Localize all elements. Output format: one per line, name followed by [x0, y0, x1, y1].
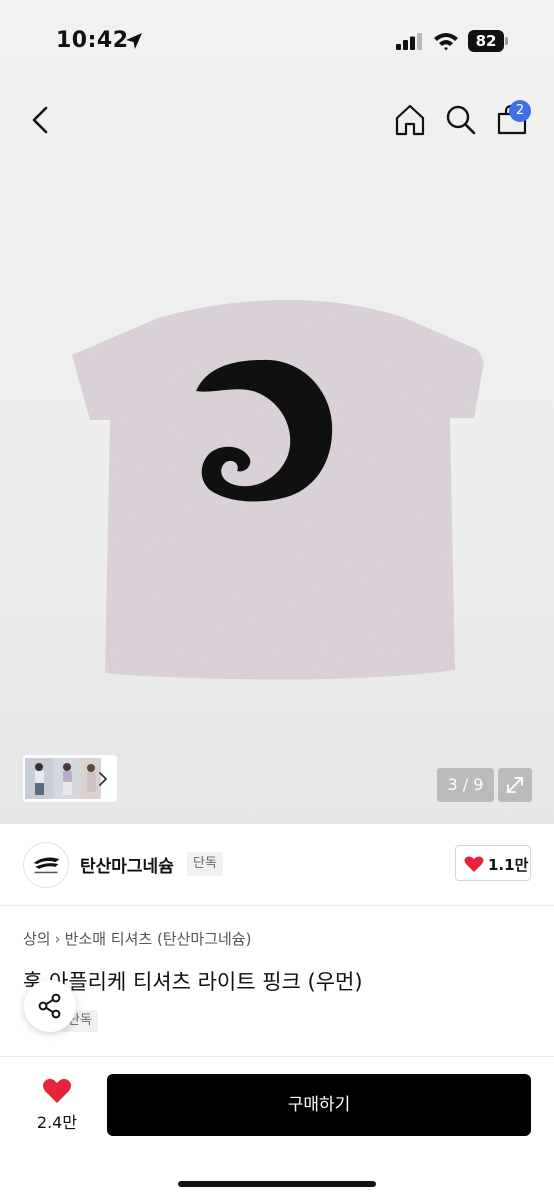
share-button[interactable] — [24, 980, 76, 1032]
chevron-right-icon[interactable] — [96, 770, 110, 788]
breadcrumb: 상의 › 반소매 티셔츠 (탄산마그네슘) — [23, 928, 251, 949]
expand-icon — [507, 777, 523, 793]
status-bar: 10:42 82 — [0, 0, 554, 84]
signal-icon — [396, 33, 422, 50]
page-indicator: 3 / 9 — [437, 768, 494, 802]
cart-count-badge: 2 — [509, 100, 531, 122]
shop-like-button[interactable]: 1.1만 — [455, 845, 531, 881]
buy-button[interactable]: 구매하기 — [107, 1074, 531, 1136]
location-arrow-icon — [126, 33, 142, 49]
home-button[interactable] — [392, 102, 428, 138]
exclusive-badge: 단독 — [187, 852, 223, 876]
battery-level: 82 — [468, 30, 504, 52]
heart-icon — [464, 856, 484, 872]
fullscreen-button[interactable] — [498, 768, 532, 802]
heart-icon — [43, 1078, 71, 1103]
home-icon — [395, 104, 425, 136]
home-indicator — [178, 1181, 376, 1187]
wifi-icon — [434, 33, 458, 51]
wishlist-button[interactable]: 2.4만 — [30, 1075, 84, 1135]
bottom-action-bar: 2.4만 구매하기 — [0, 1056, 554, 1200]
chevron-right-icon: › — [54, 930, 61, 948]
back-icon — [32, 106, 48, 134]
battery-nub — [505, 37, 508, 45]
back-button[interactable] — [24, 100, 58, 140]
search-icon — [446, 105, 476, 135]
share-icon — [38, 993, 61, 1019]
shop-row[interactable]: 탄산마그네슘 단독 1.1만 — [0, 824, 554, 906]
battery-indicator: 82 — [468, 30, 508, 52]
status-time: 10:42 — [56, 28, 129, 53]
wishlist-count: 2.4만 — [36, 1113, 78, 1132]
shop-like-count: 1.1만 — [488, 856, 529, 874]
search-button[interactable] — [443, 102, 479, 138]
product-title: 훅 아플리케 티셔츠 라이트 핑크 (우먼) — [23, 970, 363, 994]
shop-name[interactable]: 탄산마그네슘 — [80, 852, 174, 877]
breadcrumb-item-subcategory[interactable]: 반소매 티셔츠 (탄산마그네슘) — [65, 928, 252, 949]
product-gallery[interactable]: 10:42 82 2 3 / 9 — [0, 0, 554, 824]
breadcrumb-item-category[interactable]: 상의 — [23, 928, 51, 949]
shop-logo — [23, 842, 69, 888]
